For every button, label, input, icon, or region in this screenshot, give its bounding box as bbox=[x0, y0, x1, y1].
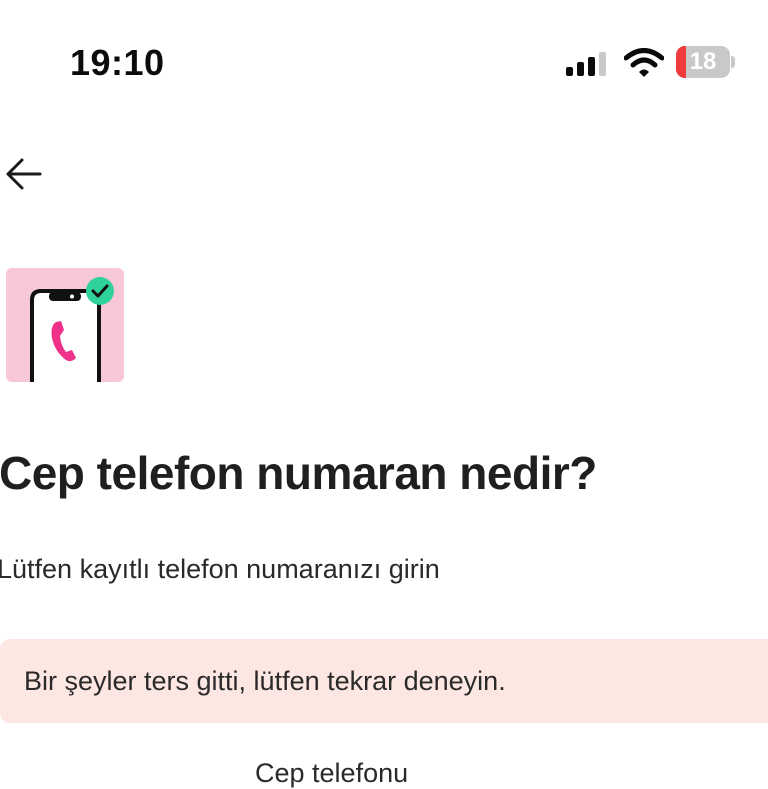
battery-cap bbox=[731, 56, 735, 68]
cellular-signal-icon bbox=[566, 52, 606, 76]
back-button[interactable] bbox=[0, 150, 48, 198]
arrow-left-icon bbox=[6, 158, 42, 190]
battery-indicator: 18 bbox=[676, 46, 730, 78]
battery-percentage: 18 bbox=[689, 48, 717, 75]
page-title: Cep telefon numaran nedir? bbox=[0, 447, 597, 499]
status-time: 19:10 bbox=[70, 42, 165, 83]
error-message: Bir şeyler ters gitti, lütfen tekrar den… bbox=[24, 666, 506, 696]
status-bar: 19:10 18 bbox=[0, 0, 768, 110]
phone-verified-illustration bbox=[6, 268, 124, 382]
wifi-icon bbox=[624, 48, 664, 77]
phone-field-label: Cep telefonu bbox=[255, 758, 409, 788]
page-subtitle: Lütfen kayıtlı telefon numaranızı girin bbox=[0, 554, 440, 584]
error-banner: Bir şeyler ters gitti, lütfen tekrar den… bbox=[0, 639, 768, 723]
